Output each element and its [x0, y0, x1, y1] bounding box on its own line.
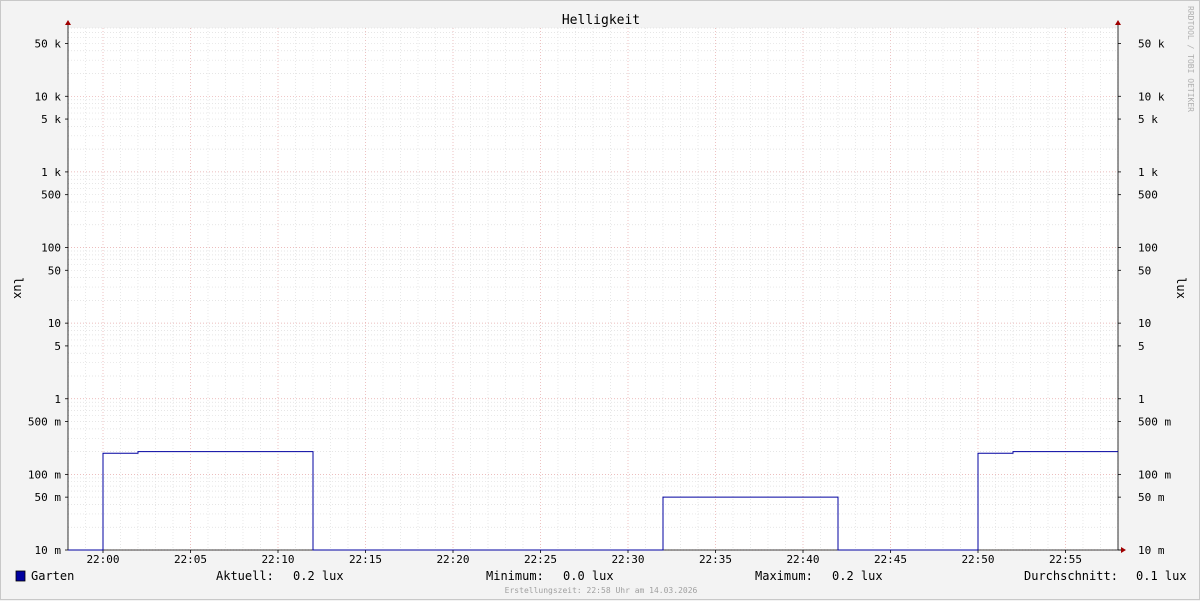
x-tick-label: 22:50 — [961, 553, 994, 566]
x-tick-label: 22:05 — [174, 553, 207, 566]
y-tick-label-left: 10 m — [35, 544, 62, 557]
y-axis-title-right: lux — [1174, 277, 1188, 299]
legend-series-name: Garten — [31, 569, 74, 583]
legend-min-value: 0.0 lux — [563, 569, 614, 583]
footer-timestamp: Erstellungszeit: 22:58 Uhr am 14.03.2026 — [505, 586, 698, 595]
y-tick-label-right: 50 k — [1138, 37, 1165, 50]
y-tick-label-right: 500 — [1138, 189, 1158, 202]
x-axis-arrow — [1121, 547, 1126, 553]
legend-current-label: Aktuell: — [216, 569, 274, 583]
y-tick-label-left: 10 k — [35, 90, 62, 103]
x-tick-label: 22:45 — [874, 553, 907, 566]
y-tick-label-right: 5 k — [1138, 113, 1158, 126]
legend-swatch — [15, 570, 26, 582]
x-tick-label: 22:55 — [1049, 553, 1082, 566]
y-tick-label-right: 50 m — [1138, 491, 1165, 504]
y-tick-label-left: 5 — [54, 340, 61, 353]
y-tick-label-right: 1 k — [1138, 166, 1158, 179]
y-tick-label-left: 10 — [48, 317, 61, 330]
grid-layer — [67, 27, 1119, 551]
y-tick-label-left: 50 m — [35, 491, 62, 504]
y-tick-label-right: 500 m — [1138, 416, 1171, 429]
y-tick-label-right: 50 — [1138, 264, 1151, 277]
y-tick-label-left: 5 k — [41, 113, 61, 126]
legend-avg-label: Durchschnitt: — [1024, 569, 1118, 583]
x-tick-label: 22:00 — [86, 553, 119, 566]
x-tick-label: 22:30 — [611, 553, 644, 566]
y-tick-label-left: 50 k — [35, 37, 62, 50]
legend-max-label: Maximum: — [755, 569, 813, 583]
y-tick-label-right: 100 — [1138, 242, 1158, 255]
y-axis-arrow-right — [1115, 20, 1121, 25]
chart-frame: 22:00 22:05 22:10 22:15 22:20 22:25 22:30 22:35… — [0, 0, 1200, 600]
x-tick-label: 22:25 — [524, 553, 557, 566]
legend-current-value: 0.2 lux — [293, 569, 344, 583]
legend-avg-value: 0.1 lux — [1136, 569, 1187, 583]
chart-svg: 22:00 22:05 22:10 22:15 22:20 22:25 22:30 22:35… — [11, 6, 1195, 595]
x-tick-label: 22:10 — [261, 553, 294, 566]
x-tick-label: 22:15 — [349, 553, 382, 566]
y-axis-arrow-left — [65, 20, 71, 25]
x-tick-label: 22:20 — [436, 553, 469, 566]
x-tick-label: 22:35 — [699, 553, 732, 566]
chart-title: Helligkeit — [562, 13, 640, 28]
legend: Garten Aktuell: 0.2 lux Minimum: 0.0 lux… — [15, 569, 1187, 583]
y-tick-label-right: 1 — [1138, 393, 1145, 406]
y-axis-title-left: lux — [11, 277, 25, 299]
y-tick-label-right: 10 k — [1138, 90, 1165, 103]
legend-max-value: 0.2 lux — [832, 569, 883, 583]
y-tick-label-left: 1 k — [41, 166, 61, 179]
legend-min-label: Minimum: — [486, 569, 544, 583]
y-tick-label-right: 5 — [1138, 340, 1145, 353]
y-tick-label-right: 10 — [1138, 317, 1151, 330]
y-tick-label-left: 1 — [54, 393, 61, 406]
watermark-text: RRDTOOL / TOBI OETIKER — [1186, 6, 1195, 112]
y-tick-label-left: 500 — [41, 189, 61, 202]
y-tick-label-left: 100 m — [28, 468, 61, 481]
y-tick-label-right: 10 m — [1138, 544, 1165, 557]
y-tick-label-left: 50 — [48, 264, 61, 277]
y-tick-label-left: 100 — [41, 242, 61, 255]
y-tick-label-left: 500 m — [28, 416, 61, 429]
x-tick-label: 22:40 — [786, 553, 819, 566]
y-tick-label-right: 100 m — [1138, 468, 1171, 481]
